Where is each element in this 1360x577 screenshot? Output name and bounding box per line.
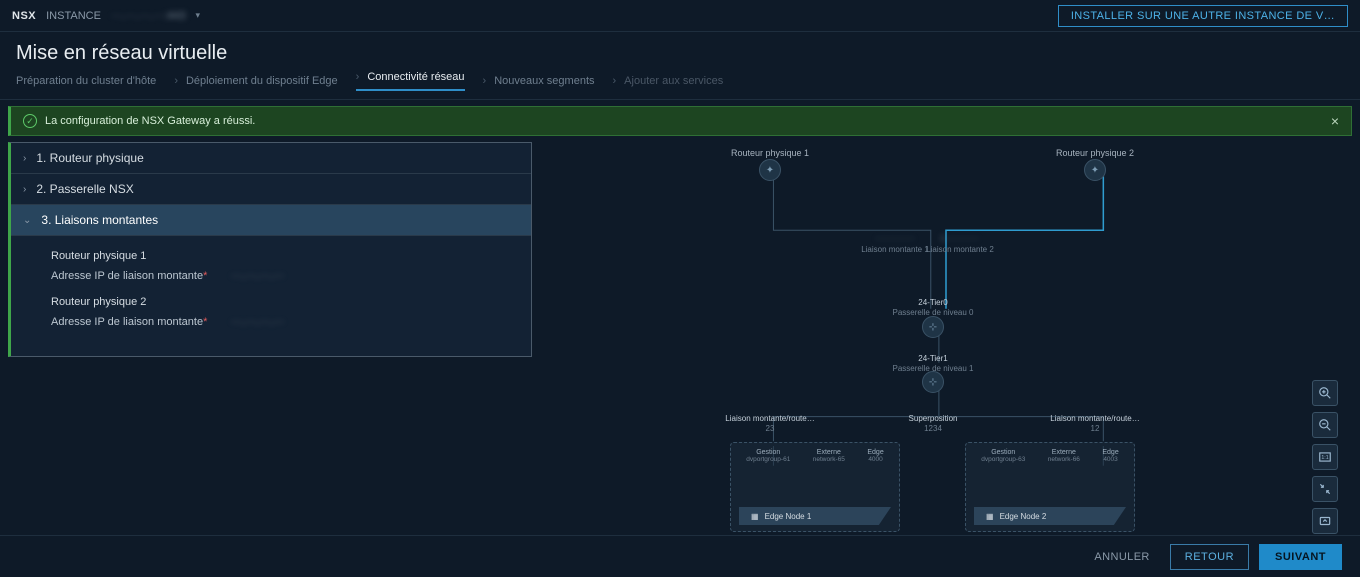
wizard-step-add-services: › Ajouter aux services <box>613 75 724 87</box>
uplink1-ip: ··············· <box>875 234 915 243</box>
wizard-step-host-prep[interactable]: Préparation du cluster d'hôte <box>16 75 156 87</box>
topology-lines <box>540 142 1352 554</box>
step-label: Préparation du cluster d'hôte <box>16 75 156 87</box>
uplink-ip-row-1: Adresse IP de liaison montante* ···.···.… <box>51 270 517 282</box>
topbar: NSX INSTANCE ···.···.···.···:443 ▾ INSTA… <box>0 0 1360 32</box>
edge-groups: Gestiondvportgroup-63 Externenetwork-66 … <box>966 443 1134 463</box>
edge-box-1[interactable]: Gestiondvportgroup-61 Externenetwork-65 … <box>730 442 900 532</box>
router1-title: Routeur physique 1 <box>51 250 517 262</box>
uplink2-label: Liaison montante 2 <box>926 245 994 254</box>
fit-screen-button[interactable]: 1:1 <box>1312 444 1338 470</box>
page-title: Mise en réseau virtuelle <box>0 32 1360 71</box>
phys-router-1-label: Routeur physique 1 <box>731 148 809 158</box>
wizard-step-network-connectivity[interactable]: › Connectivité réseau <box>356 71 465 91</box>
topbar-left: NSX INSTANCE ···.···.···.···:443 ▾ <box>12 10 200 22</box>
step-label: Connectivité réseau <box>367 71 464 83</box>
install-other-instance-button[interactable]: INSTALLER SUR UNE AUTRE INSTANCE DE V… <box>1058 5 1348 27</box>
uplink-ip-label: Adresse IP de liaison montante* <box>51 316 231 328</box>
back-button[interactable]: RETOUR <box>1170 544 1249 570</box>
router-node-icon[interactable]: ✦ <box>759 159 781 181</box>
wizard-footer: ANNULER RETOUR SUIVANT <box>0 535 1360 577</box>
chevron-right-icon: › <box>23 184 26 195</box>
wizard-steps: Préparation du cluster d'hôte › Déploiem… <box>0 71 1360 100</box>
tier0-node-icon[interactable]: ⊹ <box>922 316 944 338</box>
zoom-controls: 1:1 <box>1312 380 1338 534</box>
chevron-down-icon: ⌄ <box>23 215 31 226</box>
chevron-right-icon: › <box>23 153 26 164</box>
tier1-name: 24-Tier1 <box>918 354 948 363</box>
chevron-right-icon: › <box>174 75 178 87</box>
check-circle-icon: ✓ <box>23 114 37 128</box>
uplink2-ip: 1············· <box>940 234 979 243</box>
uplink-ip-value-2[interactable]: ···.···.···.··· <box>231 316 284 328</box>
content: › 1. Routeur physique › 2. Passerelle NS… <box>0 142 1360 554</box>
accordion-uplinks[interactable]: ⌄ 3. Liaisons montantes <box>11 205 531 236</box>
wizard-step-new-segments[interactable]: › Nouveaux segments <box>483 75 595 87</box>
wizard-step-edge-deploy[interactable]: › Déploiement du dispositif Edge <box>174 75 337 87</box>
edge-groups: Gestiondvportgroup-61 Externenetwork-65 … <box>731 443 899 463</box>
edge-box-2[interactable]: Gestiondvportgroup-63 Externenetwork-66 … <box>965 442 1135 532</box>
bottom-right-sub: 12 <box>1091 424 1100 433</box>
instance-value[interactable]: ···.···.···.···:443 <box>111 10 186 22</box>
cancel-button[interactable]: ANNULER <box>1084 545 1159 569</box>
instance-label: INSTANCE <box>46 10 101 22</box>
uplink-ip-label: Adresse IP de liaison montante* <box>51 270 231 282</box>
topology-diagram[interactable]: Routeur physique 1 ✦ Routeur physique 2 … <box>540 142 1352 554</box>
uplink1-label: Liaison montante 1 <box>861 245 929 254</box>
zoom-out-button[interactable] <box>1312 412 1338 438</box>
router2-title: Routeur physique 2 <box>51 296 517 308</box>
svg-text:1:1: 1:1 <box>1321 455 1328 461</box>
chevron-right-icon: › <box>356 71 360 83</box>
step-label: Déploiement du dispositif Edge <box>186 75 338 87</box>
next-button[interactable]: SUIVANT <box>1259 544 1342 570</box>
bottom-left-sub: 23 <box>766 424 775 433</box>
accordion-title: 2. Passerelle NSX <box>36 182 133 196</box>
uplink-ip-value-1[interactable]: ···.···.···.··· <box>231 270 284 282</box>
accordion-title: 1. Routeur physique <box>36 151 143 165</box>
accordion-nsx-gateway[interactable]: › 2. Passerelle NSX <box>11 174 531 205</box>
step-label: Ajouter aux services <box>624 75 723 87</box>
tier0-name: 24-Tier0 <box>918 298 948 307</box>
alert-text: La configuration de NSX Gateway a réussi… <box>45 115 255 127</box>
accordion-title: 3. Liaisons montantes <box>41 213 158 227</box>
chevron-right-icon: › <box>613 75 617 87</box>
export-button[interactable] <box>1312 508 1338 534</box>
server-icon: ▦ <box>986 512 994 521</box>
edge-node-1[interactable]: ▦ Edge Node 1 <box>739 507 891 525</box>
tier1-node-icon[interactable]: ⊹ <box>922 371 944 393</box>
uplinks-body: Routeur physique 1 Adresse IP de liaison… <box>11 236 531 356</box>
accordion-physical-router[interactable]: › 1. Routeur physique <box>11 143 531 174</box>
nsx-logo: NSX <box>12 10 36 22</box>
chevron-down-icon[interactable]: ▾ <box>195 10 200 21</box>
success-alert: ✓ La configuration de NSX Gateway a réus… <box>8 106 1352 136</box>
collapse-button[interactable] <box>1312 476 1338 502</box>
bottom-center-sub: 1234 <box>924 424 942 433</box>
uplink-ip-row-2: Adresse IP de liaison montante* ···.···.… <box>51 316 517 328</box>
bottom-left-label: Liaison montante/route… <box>725 414 814 423</box>
phys-router-2-label: Routeur physique 2 <box>1056 148 1134 158</box>
bottom-center-label: Superposition <box>909 414 958 423</box>
server-icon: ▦ <box>751 512 759 521</box>
close-icon[interactable]: × <box>1331 113 1339 129</box>
config-accordion: › 1. Routeur physique › 2. Passerelle NS… <box>8 142 532 357</box>
step-label: Nouveaux segments <box>494 75 594 87</box>
edge-node-2[interactable]: ▦ Edge Node 2 <box>974 507 1126 525</box>
router-node-icon[interactable]: ✦ <box>1084 159 1106 181</box>
chevron-right-icon: › <box>483 75 487 87</box>
zoom-in-button[interactable] <box>1312 380 1338 406</box>
bottom-right-label: Liaison montante/route… <box>1050 414 1139 423</box>
